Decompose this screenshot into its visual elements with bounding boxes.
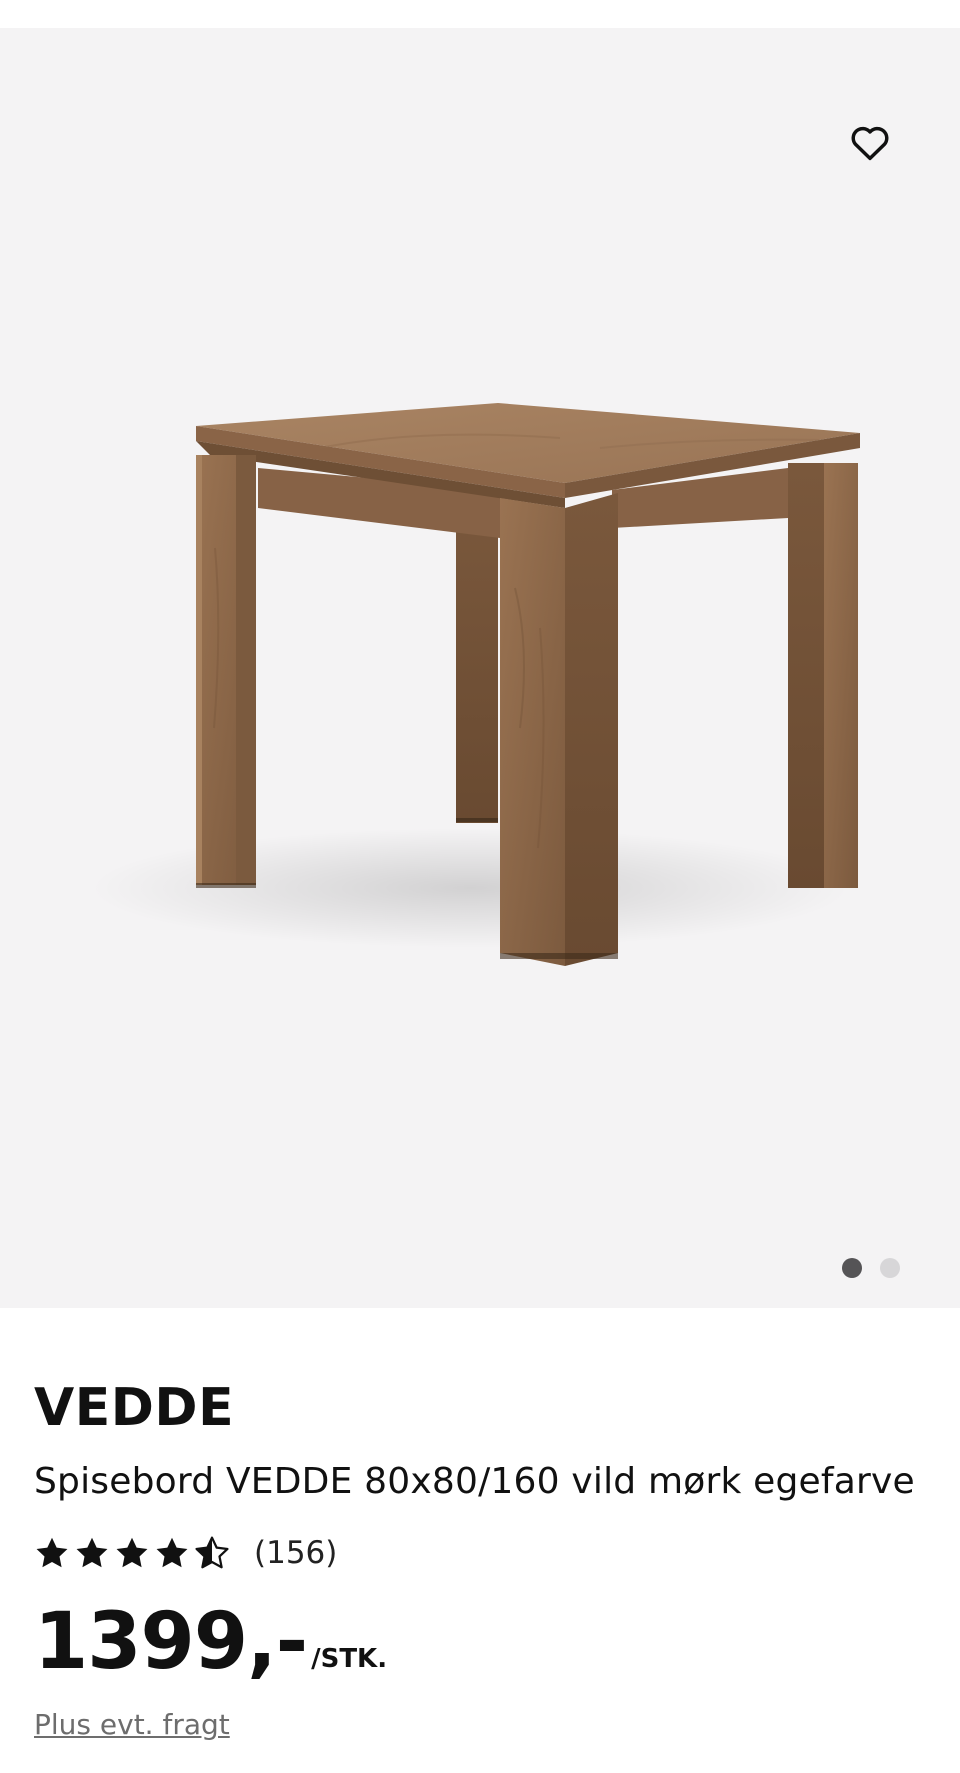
product-rating[interactable]: (156): [34, 1530, 926, 1576]
review-count: (156): [254, 1535, 338, 1571]
product-price: 1399,-: [34, 1597, 308, 1687]
top-spacer: [0, 0, 960, 28]
shipping-note-link[interactable]: Plus evt. fragt: [34, 1708, 230, 1741]
product-brand: VEDDE: [34, 1378, 235, 1438]
gallery-dot-2[interactable]: [880, 1258, 900, 1278]
star-full-icon: [116, 1537, 148, 1568]
gallery-dot-1[interactable]: [842, 1258, 862, 1278]
star-half-icon: [195, 1536, 229, 1569]
product-image: [90, 403, 860, 966]
product-name: Spisebord VEDDE 80x80/160 vild mørk egef…: [34, 1461, 915, 1502]
star-full-icon: [156, 1537, 188, 1568]
heart-outline-icon: [851, 126, 889, 161]
price-unit: /STK.: [311, 1644, 388, 1674]
star-full-icon: [36, 1537, 68, 1568]
gallery-pagination: [842, 1258, 900, 1278]
rating-stars: [34, 1535, 230, 1571]
favorite-button[interactable]: [846, 118, 894, 166]
star-full-icon: [76, 1537, 108, 1568]
product-gallery[interactable]: [0, 28, 960, 1308]
product-info: VEDDE Spisebord VEDDE 80x80/160 vild mør…: [0, 1378, 960, 1741]
price-row: 1399,- /STK.: [34, 1602, 926, 1682]
